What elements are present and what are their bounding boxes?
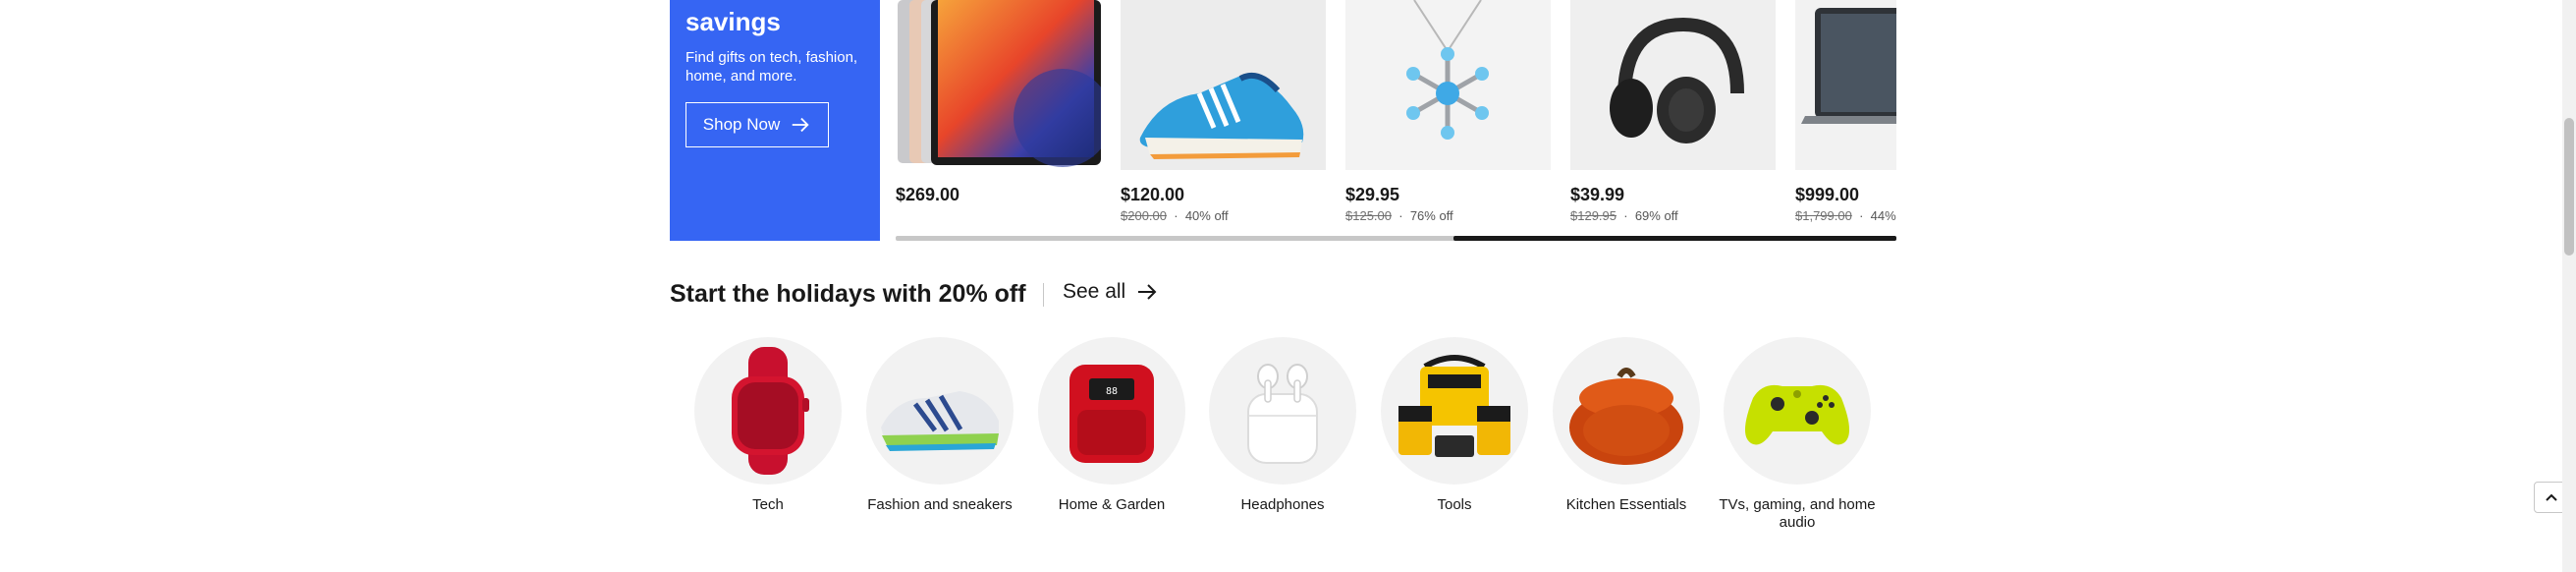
air-fryer-image: 88 bbox=[1038, 337, 1185, 485]
product-original-price: $125.00 · 76% off bbox=[1345, 208, 1453, 223]
product-original-price: $1,799.00 · 44% off bbox=[1795, 208, 1896, 223]
chevron-up-icon bbox=[2546, 493, 2557, 501]
product-card[interactable]: $29.95 $125.00 · 76% off bbox=[1345, 0, 1551, 236]
category-label: Tools bbox=[1437, 496, 1472, 513]
arrow-right-icon bbox=[792, 117, 809, 133]
category-label: Home & Garden bbox=[1058, 496, 1166, 513]
title-divider bbox=[1043, 283, 1044, 307]
product-price: $39.99 bbox=[1570, 185, 1625, 204]
section-title: Start the holidays with 20% off bbox=[670, 280, 1026, 308]
product-original-price: $129.95 · 69% off bbox=[1570, 208, 1678, 223]
page-scrollbar[interactable] bbox=[2562, 0, 2576, 572]
category-label: Tech bbox=[752, 496, 784, 513]
carousel-scrollbar[interactable] bbox=[896, 236, 1896, 241]
snowflake-necklace-image bbox=[1345, 0, 1551, 170]
category-label: Fashion and sneakers bbox=[867, 496, 1013, 513]
laptop-image bbox=[1795, 0, 1896, 170]
category-tvs-gaming[interactable]: TVs, gaming, and home audio bbox=[1714, 337, 1881, 532]
product-price: $999.00 bbox=[1795, 185, 1860, 204]
product-carousel: $269.00 $120.00 $200.00 · 40% off $29.95… bbox=[896, 0, 1896, 242]
product-card[interactable]: $999.00 $1,799.00 · 44% off bbox=[1795, 0, 1896, 236]
product-original-price: $200.00 · 40% off bbox=[1121, 208, 1229, 223]
category-headphones[interactable]: Headphones bbox=[1199, 337, 1366, 514]
see-all-link[interactable]: See all bbox=[1063, 280, 1159, 304]
svg-text:88: 88 bbox=[1106, 386, 1118, 397]
see-all-label: See all bbox=[1063, 280, 1126, 303]
category-tools[interactable]: Tools bbox=[1371, 337, 1538, 514]
product-card[interactable]: $39.99 $129.95 · 69% off bbox=[1570, 0, 1776, 236]
category-tech[interactable]: Tech bbox=[685, 337, 851, 514]
category-fashion[interactable]: Fashion and sneakers bbox=[856, 337, 1023, 514]
category-label: TVs, gaming, and home audio bbox=[1719, 496, 1876, 531]
arrow-right-icon bbox=[1138, 284, 1157, 300]
headphones-image bbox=[1570, 0, 1776, 170]
game-controller-image bbox=[1724, 337, 1871, 485]
promo-title: savings bbox=[685, 7, 781, 36]
product-price: $29.95 bbox=[1345, 185, 1400, 204]
promo-banner: savings Find gifts on tech, fashion, hom… bbox=[670, 0, 880, 241]
carousel-scroll-thumb[interactable] bbox=[1453, 236, 1896, 241]
category-label: Kitchen Essentials bbox=[1565, 496, 1687, 513]
sneaker-image bbox=[1121, 0, 1326, 170]
dutch-oven-image bbox=[1553, 337, 1700, 485]
promo-description: Find gifts on tech, fashion, home, and m… bbox=[685, 49, 858, 85]
product-price: $120.00 bbox=[1121, 185, 1185, 204]
category-label: Headphones bbox=[1240, 496, 1325, 513]
shop-now-label: Shop Now bbox=[702, 115, 781, 134]
smartwatch-image bbox=[694, 337, 842, 485]
category-home-garden[interactable]: 88 Home & Garden bbox=[1028, 337, 1195, 514]
category-kitchen[interactable]: Kitchen Essentials bbox=[1543, 337, 1710, 514]
product-card[interactable]: $269.00 bbox=[896, 0, 1101, 236]
running-shoe-image bbox=[866, 337, 1014, 485]
ipad-tablet-image bbox=[896, 0, 1101, 170]
page-scroll-thumb[interactable] bbox=[2564, 118, 2574, 256]
product-card[interactable]: $120.00 $200.00 · 40% off bbox=[1121, 0, 1326, 236]
earbuds-image bbox=[1209, 337, 1356, 485]
product-price: $269.00 bbox=[896, 185, 960, 204]
power-tools-image bbox=[1381, 337, 1528, 485]
shop-now-button[interactable]: Shop Now bbox=[685, 102, 829, 147]
